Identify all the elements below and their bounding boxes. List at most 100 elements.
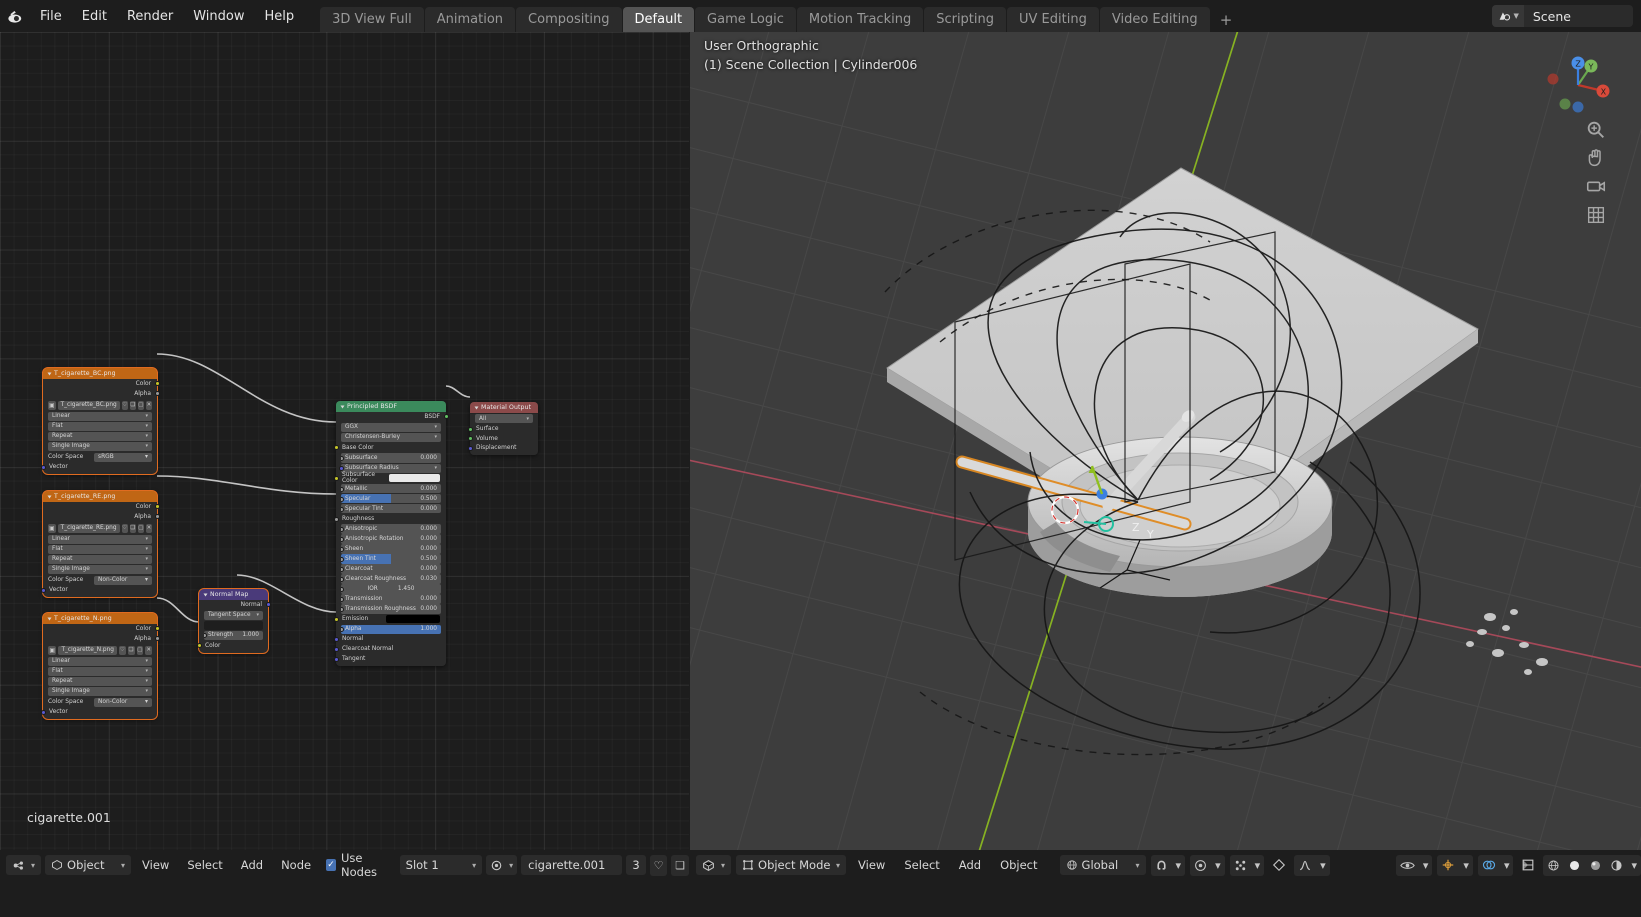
socket-strength-in[interactable] bbox=[204, 633, 207, 639]
chevron-down-icon[interactable]: ▾ bbox=[1172, 855, 1186, 876]
transform-orientation-dropdown[interactable]: Global ▾ bbox=[1059, 855, 1146, 875]
overlays-icon[interactable] bbox=[1478, 855, 1500, 876]
magnet-icon[interactable] bbox=[1151, 855, 1172, 876]
normal-strength-slider[interactable]: Strength 1.000 bbox=[204, 630, 263, 641]
falloff-group[interactable]: ▾ bbox=[1294, 854, 1330, 876]
socket-specular-in[interactable] bbox=[341, 496, 344, 502]
socket-alpha-out[interactable] bbox=[154, 391, 160, 397]
new-image-icon[interactable]: ❏ bbox=[127, 645, 135, 655]
bsdf-input-transmission[interactable]: Transmission 0.000 bbox=[341, 594, 441, 604]
gizmo-group[interactable]: ▾ bbox=[1437, 854, 1473, 876]
bsdf-input-base-color[interactable]: Base Color bbox=[333, 443, 446, 453]
socket-bsdf-out[interactable] bbox=[443, 414, 449, 420]
image-datablock-row-bc[interactable]: ▣ T_cigarette_BC.png ♡ ❏ ▢ ✕ bbox=[48, 400, 153, 410]
viewport-menu-object[interactable]: Object bbox=[993, 854, 1044, 876]
socket-tangent-in[interactable] bbox=[333, 656, 339, 662]
grid-icon[interactable] bbox=[1585, 204, 1607, 226]
image-name-n[interactable]: T_cigarette_N.png bbox=[58, 645, 117, 655]
workspace-tab-default[interactable]: Default bbox=[622, 7, 695, 32]
node-image-texture-n[interactable]: T_cigarette_N.png Color Alpha ▣ T_cigare… bbox=[40, 611, 160, 721]
menu-window[interactable]: Window bbox=[183, 0, 254, 32]
fake-user-icon[interactable]: ♡ bbox=[121, 523, 128, 533]
socket-alpha-out[interactable] bbox=[154, 514, 160, 520]
socket-roughness-in[interactable] bbox=[333, 516, 339, 522]
socket-vector-in[interactable] bbox=[40, 465, 46, 471]
colorspace-row-n[interactable]: Color Space Non-Color ▾ bbox=[43, 697, 157, 708]
bsdf-input-anisotropic[interactable]: Anisotropic 0.000 bbox=[341, 524, 441, 534]
solid-shading-icon[interactable] bbox=[1564, 855, 1585, 876]
material-name-field[interactable]: cigarette.001 bbox=[521, 855, 623, 875]
unlink-image-icon[interactable]: ✕ bbox=[145, 523, 153, 533]
viewport-menu-view[interactable]: View bbox=[851, 854, 892, 876]
socket-ior-in[interactable] bbox=[341, 586, 344, 592]
chevron-down-icon[interactable]: ▾ bbox=[1211, 855, 1225, 876]
node-output-alpha-n[interactable]: Alpha bbox=[43, 634, 160, 644]
collapse-triangle-icon[interactable] bbox=[47, 495, 52, 498]
shader-node-editor[interactable]: T_cigarette_BC.png Color Alpha ▣ T_cigar… bbox=[0, 32, 689, 850]
menu-edit[interactable]: Edit bbox=[72, 0, 117, 32]
workspace-tab-uv-editing[interactable]: UV Editing bbox=[1007, 7, 1099, 32]
socket-clearcoat-normal-in[interactable] bbox=[333, 646, 339, 652]
socket-sheen-tint-in[interactable] bbox=[341, 556, 344, 562]
collapse-triangle-icon[interactable] bbox=[47, 372, 52, 375]
socket-displacement-in[interactable] bbox=[467, 446, 473, 452]
node-output-alpha-re[interactable]: Alpha bbox=[43, 512, 160, 522]
socket-specular-tint-in[interactable] bbox=[341, 506, 344, 512]
node-header-re[interactable]: T_cigarette_RE.png bbox=[43, 491, 157, 502]
uv-map-field[interactable] bbox=[204, 620, 263, 630]
open-image-icon[interactable]: ▢ bbox=[137, 523, 144, 533]
workspace-tab-animation[interactable]: Animation bbox=[424, 7, 516, 32]
bsdf-input-metallic[interactable]: Metallic 0.000 bbox=[341, 483, 441, 494]
output-input-displacement[interactable]: Displacement bbox=[467, 444, 538, 454]
hand-icon[interactable] bbox=[1585, 147, 1607, 169]
bsdf-input-ior[interactable]: IOR 1.450 bbox=[341, 584, 441, 594]
image-datablock-row-re[interactable]: ▣ T_cigarette_RE.png ♡ ❏ ▢ ✕ bbox=[48, 523, 153, 533]
node-header-bc[interactable]: T_cigarette_BC.png bbox=[43, 368, 157, 379]
pivot-point-icon[interactable] bbox=[1230, 855, 1251, 876]
fake-user-icon[interactable]: ♡ bbox=[118, 645, 126, 655]
socket-transmission-in[interactable] bbox=[341, 596, 344, 602]
bsdf-input-sheen[interactable]: Sheen 0.000 bbox=[341, 544, 441, 554]
node-input-vector-n[interactable]: Vector bbox=[40, 708, 157, 718]
scene-icon[interactable]: ▼ bbox=[1492, 5, 1524, 27]
socket-vector-in[interactable] bbox=[40, 588, 46, 594]
socket-subsurface-in[interactable] bbox=[341, 455, 344, 461]
workspace-tab-video-editing[interactable]: Video Editing bbox=[1099, 7, 1210, 32]
node-header-n[interactable]: T_cigarette_N.png bbox=[43, 613, 157, 624]
mesh-edit-mode-icon[interactable] bbox=[1269, 855, 1289, 876]
bsdf-input-clearcoat-roughness[interactable]: Clearcoat Roughness 0.030 bbox=[341, 574, 441, 584]
chevron-down-icon[interactable]: ▾ bbox=[1419, 855, 1433, 876]
socket-sheen-in[interactable] bbox=[341, 546, 344, 552]
bsdf-input-subsurface-radius[interactable]: Subsurface Radius ▾ bbox=[338, 463, 441, 473]
distribution-dropdown[interactable]: GGX ▾ bbox=[341, 422, 441, 432]
scene-name-label[interactable]: Scene bbox=[1524, 9, 1633, 24]
interpolation-dropdown-re[interactable]: Linear ▾ bbox=[48, 534, 152, 544]
chevron-down-icon[interactable]: ▾ bbox=[1500, 855, 1514, 876]
node-output-normal[interactable]: Normal bbox=[199, 600, 271, 610]
node-header-normal-map[interactable]: Normal Map bbox=[199, 589, 268, 600]
collapse-triangle-icon[interactable] bbox=[340, 405, 345, 408]
menu-render[interactable]: Render bbox=[117, 0, 183, 32]
fake-user-icon[interactable]: ♡ bbox=[649, 854, 668, 876]
bsdf-input-transmission-roughness[interactable]: Transmission Roughness 0.000 bbox=[341, 604, 441, 614]
output-target-dropdown[interactable]: All ▾ bbox=[475, 414, 533, 423]
bsdf-input-subsurface[interactable]: Subsurface 0.000 bbox=[341, 453, 441, 463]
bsdf-input-roughness[interactable]: Roughness bbox=[333, 514, 446, 524]
socket-alpha-out[interactable] bbox=[154, 636, 160, 642]
image-icon[interactable]: ▣ bbox=[48, 645, 57, 655]
new-image-icon[interactable]: ❏ bbox=[129, 523, 136, 533]
socket-base-color-in[interactable] bbox=[333, 445, 339, 451]
socket-alpha-in[interactable] bbox=[341, 627, 344, 633]
node-principled-bsdf[interactable]: Principled BSDF BSDF GGX ▾ Christensen-Bu… bbox=[333, 401, 449, 666]
snapping-group[interactable]: ▾ bbox=[1150, 854, 1186, 876]
image-name-re[interactable]: T_cigarette_RE.png bbox=[57, 523, 120, 533]
navigation-gizmo[interactable]: Y X Z bbox=[1543, 50, 1613, 120]
emission-color-swatch[interactable] bbox=[386, 615, 440, 624]
unlink-image-icon[interactable]: ✕ bbox=[145, 645, 153, 655]
node-input-vector-re[interactable]: Vector bbox=[40, 586, 157, 596]
bsdf-input-sheen-tint[interactable]: Sheen Tint 0.500 bbox=[341, 554, 441, 564]
node-output-alpha-bc[interactable]: Alpha bbox=[43, 389, 160, 399]
workspace-tab-motion-tracking[interactable]: Motion Tracking bbox=[796, 7, 924, 32]
socket-normal-out[interactable] bbox=[265, 602, 271, 608]
new-material-icon[interactable]: ❏ bbox=[671, 854, 689, 876]
